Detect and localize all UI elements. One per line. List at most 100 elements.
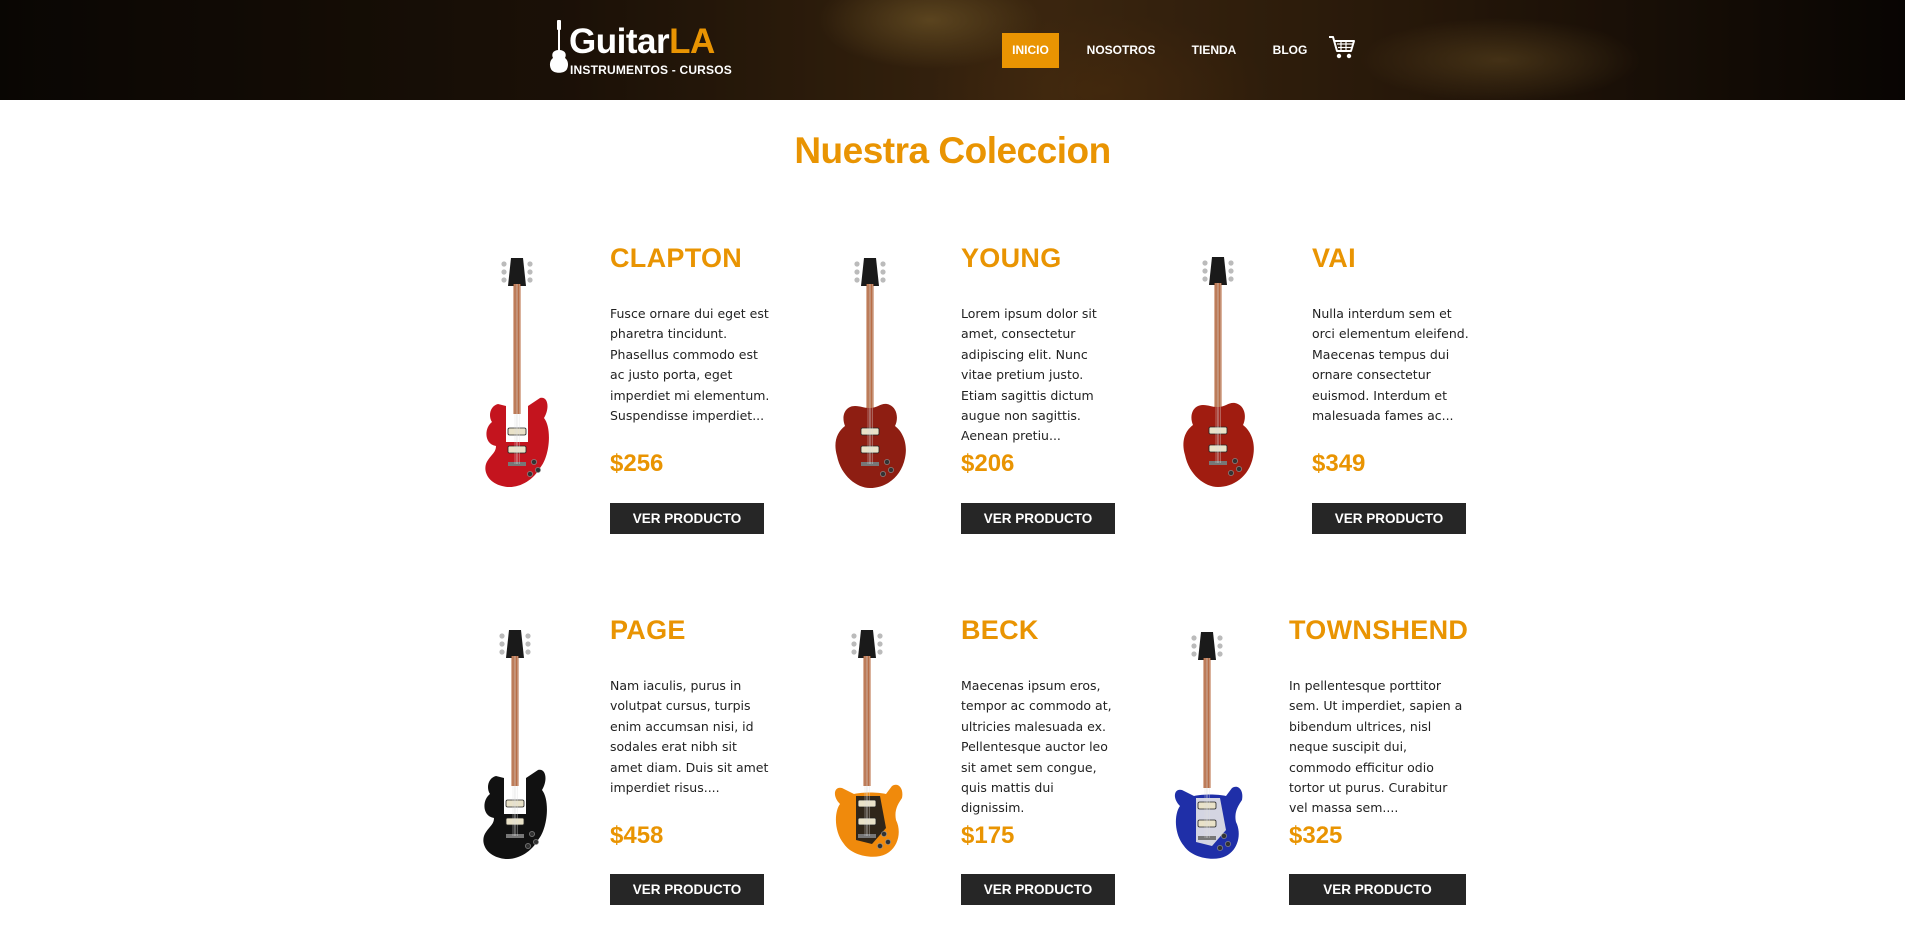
guitar-tuning-peg bbox=[877, 641, 883, 647]
guitar-bridge bbox=[508, 462, 526, 466]
guitar-tuning-peg bbox=[499, 641, 505, 647]
product-name: BECK bbox=[961, 615, 1039, 645]
guitar-pickup bbox=[1208, 444, 1228, 453]
product-name: PAGE bbox=[610, 615, 686, 645]
guitar-tuning-peg bbox=[854, 277, 860, 283]
product-description: Fusce ornare dui eget est pharetra tinci… bbox=[610, 306, 770, 424]
view-product-button[interactable]: VER PRODUCTO bbox=[1312, 503, 1466, 534]
guitar-tuning-peg bbox=[501, 269, 507, 275]
guitar-logo-icon bbox=[549, 20, 569, 73]
guitar-image bbox=[485, 258, 549, 488]
guitar-tuning-peg bbox=[1191, 651, 1197, 657]
product-description: Lorem ipsum dolor sit amet, consectetur … bbox=[961, 306, 1097, 444]
guitar-knob bbox=[527, 471, 533, 477]
guitar-image bbox=[834, 630, 903, 857]
logo-name-part2: LA bbox=[669, 22, 715, 61]
view-product-button[interactable]: VER PRODUCTO bbox=[610, 874, 764, 905]
guitar-bridge bbox=[858, 834, 876, 838]
guitar-pickup bbox=[857, 799, 877, 808]
guitar-knob bbox=[535, 467, 541, 473]
guitar-drawing bbox=[483, 630, 547, 860]
guitar-tuning-peg bbox=[1217, 643, 1223, 649]
guitar-pickup bbox=[1208, 426, 1228, 435]
guitar-tuning-peg bbox=[880, 269, 886, 275]
guitar-tuning-peg bbox=[877, 649, 883, 655]
guitar-pickup bbox=[507, 427, 527, 436]
logo-name: GuitarLA bbox=[569, 24, 715, 59]
nav-link-nosotros[interactable]: NOSOTROS bbox=[1081, 33, 1161, 68]
guitar-knob bbox=[1217, 845, 1223, 851]
guitar-tuning-peg bbox=[501, 261, 507, 267]
guitar-tuning-peg bbox=[1217, 635, 1223, 641]
guitar-tuning-peg bbox=[525, 633, 531, 639]
guitar-knob bbox=[1236, 466, 1242, 472]
product-description: Nam iaculis, purus in volutpat cursus, t… bbox=[610, 678, 769, 796]
nav-link-blog[interactable]: BLOG bbox=[1267, 33, 1313, 68]
guitar-pickup bbox=[857, 817, 877, 826]
product-description: Maecenas ipsum eros, tempor ac commodo a… bbox=[961, 678, 1112, 816]
nav-link-tienda[interactable]: TIENDA bbox=[1183, 33, 1245, 68]
guitar-tuning-peg bbox=[880, 277, 886, 283]
guitar-tuning-peg bbox=[1202, 276, 1208, 282]
product-price: $175 bbox=[961, 822, 1015, 849]
guitar-bridge bbox=[506, 834, 524, 838]
guitar-knob bbox=[1225, 841, 1231, 847]
guitar-knob bbox=[529, 831, 535, 837]
view-product-button[interactable]: VER PRODUCTO bbox=[610, 503, 764, 534]
guitar-tuning-peg bbox=[1217, 651, 1223, 657]
guitar-pickup bbox=[860, 427, 880, 436]
guitar-tuning-peg bbox=[854, 269, 860, 275]
product-name: VAI bbox=[1312, 243, 1356, 273]
logo[interactable]: GuitarLA INSTRUMENTOS - CURSOS bbox=[548, 18, 738, 80]
guitar-drawing bbox=[1183, 257, 1254, 487]
guitar-tuning-peg bbox=[854, 261, 860, 267]
product-price: $458 bbox=[610, 822, 664, 849]
guitar-knob bbox=[885, 839, 891, 845]
guitar-pickup bbox=[505, 799, 525, 808]
guitar-tuning-peg bbox=[877, 633, 883, 639]
guitar-image bbox=[483, 630, 547, 860]
product-price: $256 bbox=[610, 450, 664, 477]
product-description: In pellentesque porttitor sem. Ut imperd… bbox=[1289, 678, 1463, 816]
view-product-button[interactable]: VER PRODUCTO bbox=[961, 503, 1115, 534]
product-price: $206 bbox=[961, 450, 1015, 477]
guitar-tuning-peg bbox=[851, 633, 857, 639]
guitar-headstock bbox=[858, 630, 876, 658]
guitar-neck bbox=[863, 656, 871, 786]
guitar-neck bbox=[511, 656, 519, 786]
guitar-image bbox=[1183, 257, 1254, 487]
guitar-tuning-peg bbox=[499, 633, 505, 639]
product-name: CLAPTON bbox=[610, 243, 743, 273]
guitar-tuning-peg bbox=[525, 649, 531, 655]
guitar-bridge bbox=[861, 462, 879, 466]
guitar-knob bbox=[1232, 458, 1238, 464]
view-product-button[interactable]: VER PRODUCTO bbox=[961, 874, 1115, 905]
view-product-button[interactable]: VER PRODUCTO bbox=[1289, 874, 1466, 905]
guitar-tuning-peg bbox=[501, 277, 507, 283]
guitar-tuning-peg bbox=[527, 269, 533, 275]
guitar-pickup bbox=[1197, 801, 1217, 810]
guitar-tuning-peg bbox=[1202, 268, 1208, 274]
guitar-image bbox=[1174, 632, 1243, 859]
guitar-bridge bbox=[1198, 836, 1216, 840]
guitar-knob bbox=[1221, 833, 1227, 839]
guitar-tuning-peg bbox=[527, 261, 533, 267]
cart-icon[interactable] bbox=[1328, 34, 1356, 60]
guitar-knob bbox=[880, 471, 886, 477]
guitar-tuning-peg bbox=[499, 649, 505, 655]
guitar-knob bbox=[531, 459, 537, 465]
guitar-tuning-peg bbox=[1191, 643, 1197, 649]
guitar-image bbox=[835, 258, 906, 488]
product-price: $325 bbox=[1289, 822, 1343, 849]
guitar-knob bbox=[533, 839, 539, 845]
guitar-knob bbox=[877, 843, 883, 849]
guitar-tuning-peg bbox=[851, 649, 857, 655]
guitar-tuning-peg bbox=[851, 641, 857, 647]
nav-link-inicio[interactable]: INICIO bbox=[1002, 33, 1059, 68]
guitar-neck bbox=[866, 284, 874, 414]
guitar-pickup bbox=[860, 445, 880, 454]
guitar-knob bbox=[881, 831, 887, 837]
guitar-knob bbox=[525, 843, 531, 849]
product-description: Nulla interdum sem et orci elementum ele… bbox=[1312, 306, 1469, 424]
guitar-neck bbox=[1203, 658, 1211, 788]
